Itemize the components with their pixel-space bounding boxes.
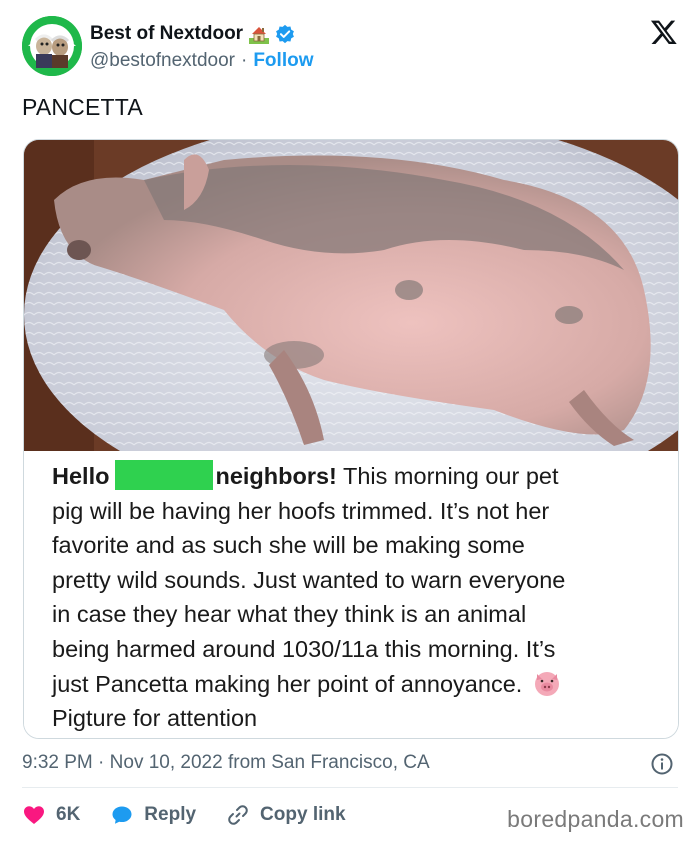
post-line: Pigture for attention — [52, 705, 258, 732]
post-line: just Pancetta making her point of annoya… — [52, 670, 523, 697]
x-logo-icon[interactable] — [650, 18, 678, 46]
like-count: 6K — [56, 804, 81, 825]
display-name[interactable]: Best of Nextdoor — [90, 23, 243, 45]
avatar-image — [22, 16, 82, 76]
pig-face-icon — [532, 668, 562, 698]
reply-label: Reply — [144, 804, 197, 825]
heart-icon — [24, 806, 44, 824]
screenshot-post: Hello neighbors! This morning our pet pig… — [24, 451, 678, 738]
post-line: pig will be having her hoofs trimmed. It… — [52, 497, 550, 524]
tweet-header: Best of Nextdoor @bestofnextdoor · Follo… — [22, 16, 682, 78]
tweet-text: PANCETTA — [22, 94, 143, 120]
post-line-1: Hello neighbors! This morning our pet — [52, 459, 678, 494]
pig-photo — [24, 140, 678, 451]
follow-button[interactable]: Follow — [253, 50, 313, 72]
post-line: favorite and as such she will be making … — [52, 532, 525, 559]
watermark: boredpanda.com — [507, 806, 684, 832]
info-icon[interactable] — [650, 752, 674, 776]
tweet-timestamp[interactable]: 9:32 PM · Nov 10, 2022 from San Francisc… — [22, 752, 430, 774]
tweet-actions: 6K Reply Copy link — [22, 800, 376, 830]
verified-badge-icon — [275, 24, 295, 44]
reply-bubble-icon — [112, 806, 132, 824]
divider — [22, 787, 678, 788]
separator-dot: · — [98, 752, 105, 773]
author-info: Best of Nextdoor @bestofnextdoor · Follo… — [90, 22, 313, 72]
reply-button[interactable]: Reply — [110, 803, 196, 827]
handle[interactable]: @bestofnextdoor — [90, 50, 235, 72]
post-line: in case they hear what they think is an … — [52, 601, 527, 628]
location: from San Francisco, CA — [227, 752, 430, 773]
redaction-box — [115, 460, 214, 490]
copy-link-button[interactable]: Copy link — [226, 803, 346, 827]
link-icon — [228, 805, 248, 825]
post-line-1-rest: This morning our pet — [336, 463, 559, 489]
time: 9:32 PM — [22, 752, 93, 773]
separator-dot: · — [241, 50, 248, 71]
post-neighbors: neighbors! — [215, 463, 337, 489]
like-button[interactable]: 6K — [22, 803, 80, 827]
post-line: being harmed around 1030/11a this mornin… — [52, 635, 556, 662]
tweet-media[interactable]: Hello neighbors! This morning our pet pig… — [23, 139, 679, 739]
post-greeting: Hello — [52, 463, 110, 489]
post-line: pretty wild sounds. Just wanted to warn … — [52, 566, 566, 593]
date: Nov 10, 2022 — [109, 752, 223, 773]
copy-link-label: Copy link — [260, 804, 346, 825]
post-line-with-emoji: just Pancetta making her point of annoya… — [52, 667, 678, 702]
house-with-garden-icon — [249, 24, 270, 44]
avatar[interactable] — [22, 16, 82, 76]
